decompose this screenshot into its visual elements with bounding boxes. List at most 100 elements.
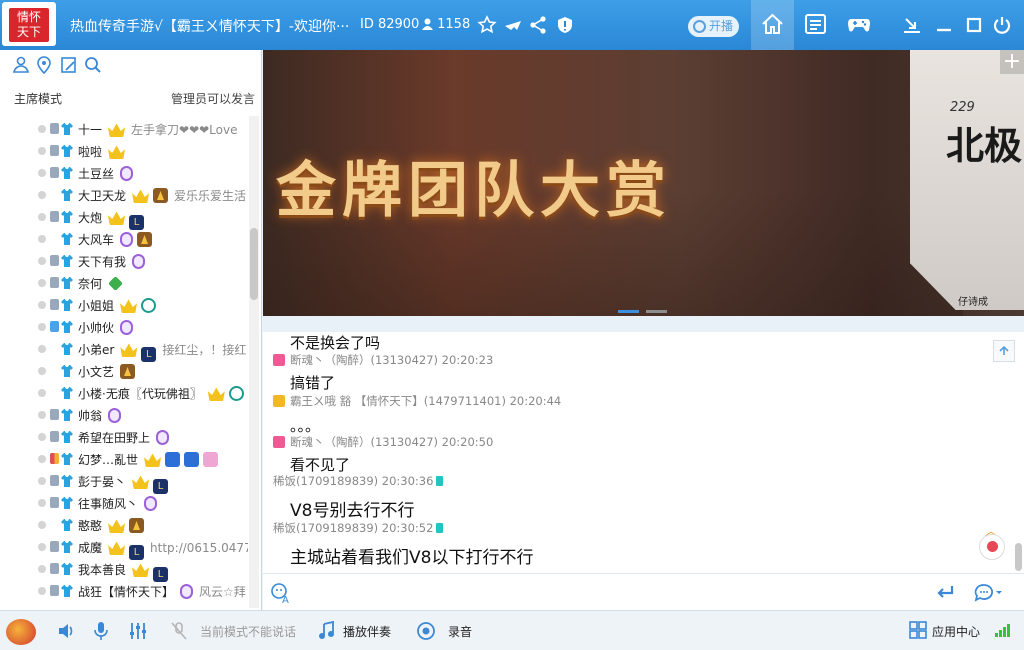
member-name-text: 小弟er <box>78 343 115 357</box>
app-grid-icon[interactable] <box>909 621 927 639</box>
scroll-to-top-button[interactable] <box>993 340 1015 362</box>
member-name: 帅翁 <box>78 407 125 424</box>
shirt-icon <box>61 497 73 509</box>
crown-badge-icon <box>108 145 126 159</box>
member-name: 成魔 Lhttp://0615.0477 <box>78 539 248 560</box>
tab-home[interactable] <box>751 0 794 50</box>
location-icon[interactable] <box>36 56 52 74</box>
member-name: 奈何 <box>78 275 127 292</box>
banner-dot-active[interactable] <box>618 310 639 313</box>
member-row[interactable]: 希望在田野上 <box>0 426 248 448</box>
member-name-text: 希望在田野上 <box>78 431 151 445</box>
member-row[interactable]: 奈何 <box>0 272 248 294</box>
scrollbar-thumb[interactable] <box>250 228 258 300</box>
member-row[interactable]: 大卫天龙 爱乐乐爱生活 <box>0 184 248 206</box>
minimize-icon[interactable] <box>932 13 956 37</box>
banner-title: 金牌团队大赏 <box>276 156 672 226</box>
app-center-button[interactable]: 应用中心 <box>932 623 980 640</box>
add-icon[interactable]: + <box>1000 50 1024 74</box>
crown-badge-icon <box>132 475 150 489</box>
chat-options-icon[interactable] <box>974 583 1004 603</box>
event-banner[interactable]: 金牌团队大赏 <box>263 50 1024 316</box>
chat-scrollbar-thumb[interactable] <box>1015 543 1022 571</box>
shirt-icon <box>61 475 73 487</box>
chat-sender[interactable]: 断魂丶（陶醉）(13130427) 20:20:50 <box>290 435 493 449</box>
microphone-icon[interactable] <box>93 621 109 641</box>
member-row[interactable]: 成魔 Lhttp://0615.0477 <box>0 536 248 560</box>
chat-message-meta: 稀饭(1709189839) 20:30:36 <box>273 473 444 489</box>
chat-scrollbar[interactable] <box>1013 316 1024 573</box>
member-row[interactable]: 啦啦 <box>0 140 248 162</box>
user-tree-icon[interactable] <box>12 56 30 74</box>
shirt-icon <box>61 167 73 179</box>
pill-badge-icon <box>132 254 146 269</box>
member-row[interactable]: 大风车 <box>0 228 248 250</box>
member-badges: L <box>108 540 148 560</box>
mic-muted-icon[interactable] <box>170 621 188 641</box>
status-dot <box>38 257 46 265</box>
promo-badge[interactable]: 229 北极 仔诗成 <box>910 50 1024 310</box>
download-icon[interactable] <box>900 13 924 37</box>
phone-icon <box>436 523 444 533</box>
chat-sender[interactable]: 稀饭(1709189839) 20:30:36 <box>273 474 433 488</box>
flower-gift-button[interactable] <box>979 534 1005 560</box>
maximize-icon[interactable] <box>962 13 986 37</box>
member-row[interactable]: 天下有我 <box>0 250 248 272</box>
my-avatar[interactable] <box>6 619 36 645</box>
member-row[interactable]: 小楼·无痕〖代玩佛祖〗 <box>0 382 248 404</box>
member-row[interactable]: 土豆丝 <box>0 162 248 184</box>
member-row[interactable]: 憨憨 <box>0 514 248 536</box>
font-style-icon[interactable]: A <box>270 582 292 604</box>
room-id: ID 82900 <box>360 17 420 32</box>
diam-badge-icon <box>108 276 123 291</box>
play-accompaniment-button[interactable]: 播放伴奏 <box>343 623 391 640</box>
chat-input-bar[interactable]: A <box>263 573 1024 610</box>
chat-sender[interactable]: 断魂丶（陶醉）(13130427) 20:20:23 <box>290 353 493 367</box>
banner-dot[interactable] <box>646 310 667 313</box>
tab-list[interactable] <box>794 0 837 50</box>
room-title[interactable]: 热血传奇手游√【霸王ㄨ情怀天下】-欢迎你··· <box>70 16 352 36</box>
member-row[interactable]: 我本善良 L <box>0 558 248 582</box>
shield-icon[interactable] <box>554 14 576 36</box>
power-icon[interactable] <box>990 13 1014 37</box>
chat-sender[interactable]: 霸王ㄨ哦 豁 【情怀天下】(1479711401) 20:20:44 <box>290 394 561 408</box>
plane-icon[interactable] <box>502 14 524 36</box>
member-row[interactable]: 小文艺 <box>0 360 248 382</box>
member-list-scrollbar[interactable] <box>249 116 259 608</box>
member-row[interactable]: 大炮 L <box>0 206 248 230</box>
member-badges <box>108 518 148 533</box>
member-row[interactable]: 幻梦…亂世 <box>0 448 248 470</box>
member-row[interactable]: 小帅伙 <box>0 316 248 338</box>
star-icon[interactable] <box>476 14 498 36</box>
speaker-icon[interactable] <box>56 621 76 641</box>
start-broadcast-button[interactable]: 开播 <box>688 16 739 37</box>
send-icon[interactable] <box>935 584 955 600</box>
member-badges <box>144 452 222 467</box>
music-icon[interactable] <box>318 621 336 641</box>
member-name: 往事随风丶 <box>78 495 161 512</box>
tab-games[interactable] <box>837 0 880 50</box>
chat-sender[interactable]: 稀饭(1709189839) 20:30:52 <box>273 521 433 535</box>
device-icon <box>50 541 59 552</box>
edit-list-icon[interactable] <box>60 56 78 74</box>
member-row[interactable]: 十一 左手拿刀❤❤❤Love <box>0 118 248 140</box>
room-logo[interactable]: 情怀 天下 <box>2 2 56 46</box>
member-row[interactable]: 战狂【情怀天下】 风云☆拜 <box>0 580 248 602</box>
shirt-icon <box>61 233 73 245</box>
room-mode-label[interactable]: 主席模式 <box>14 90 62 107</box>
record-button[interactable]: 录音 <box>448 623 472 640</box>
member-row[interactable]: 小弟er L 接红尘，！接红 <box>0 338 248 362</box>
chat-message-text: 看不见了 <box>290 456 351 474</box>
record-icon[interactable] <box>416 621 436 641</box>
member-row[interactable]: 小姐姐 <box>0 294 248 316</box>
search-icon[interactable] <box>84 56 102 74</box>
member-row[interactable]: 帅翁 <box>0 404 248 426</box>
share-icon[interactable] <box>528 14 550 36</box>
member-row[interactable]: 往事随风丶 <box>0 492 248 514</box>
voice-room-app: 情怀 天下 热血传奇手游√【霸王ㄨ情怀天下】-欢迎你··· ID 82900 1… <box>0 0 1024 650</box>
equalizer-icon[interactable] <box>128 621 148 641</box>
member-row[interactable]: 彭于晏丶 L <box>0 470 248 494</box>
member-name-text: 幻梦…亂世 <box>78 453 139 467</box>
member-name: 希望在田野上 <box>78 429 173 446</box>
shirt-icon <box>61 277 73 289</box>
